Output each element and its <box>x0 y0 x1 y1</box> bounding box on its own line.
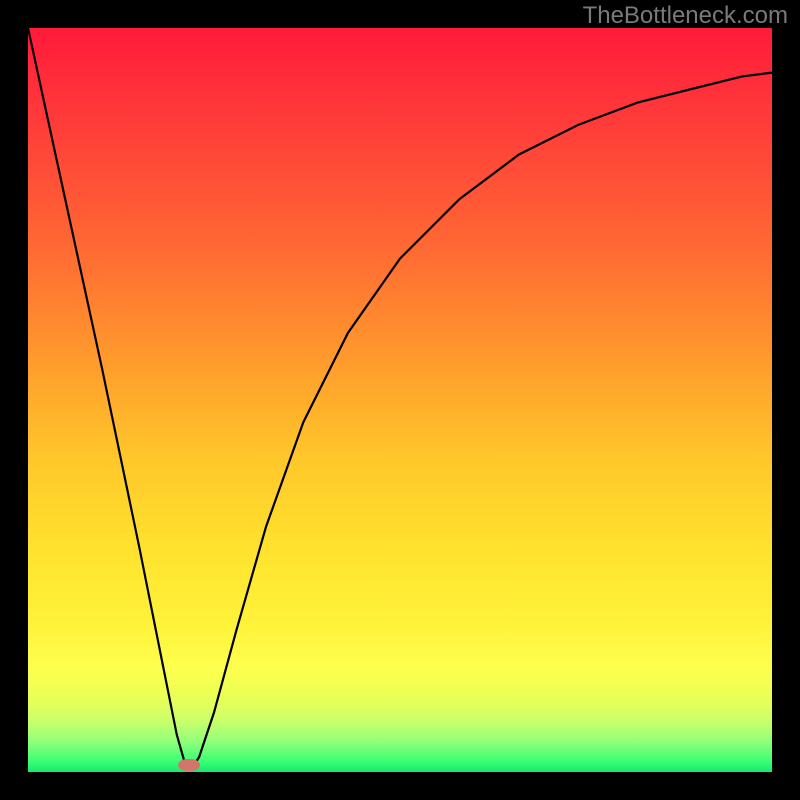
watermark-text: TheBottleneck.com <box>583 2 788 30</box>
plot-area <box>28 28 772 772</box>
chart-frame: TheBottleneck.com <box>0 0 800 800</box>
curve-path <box>28 28 772 768</box>
bottleneck-curve <box>28 28 772 772</box>
